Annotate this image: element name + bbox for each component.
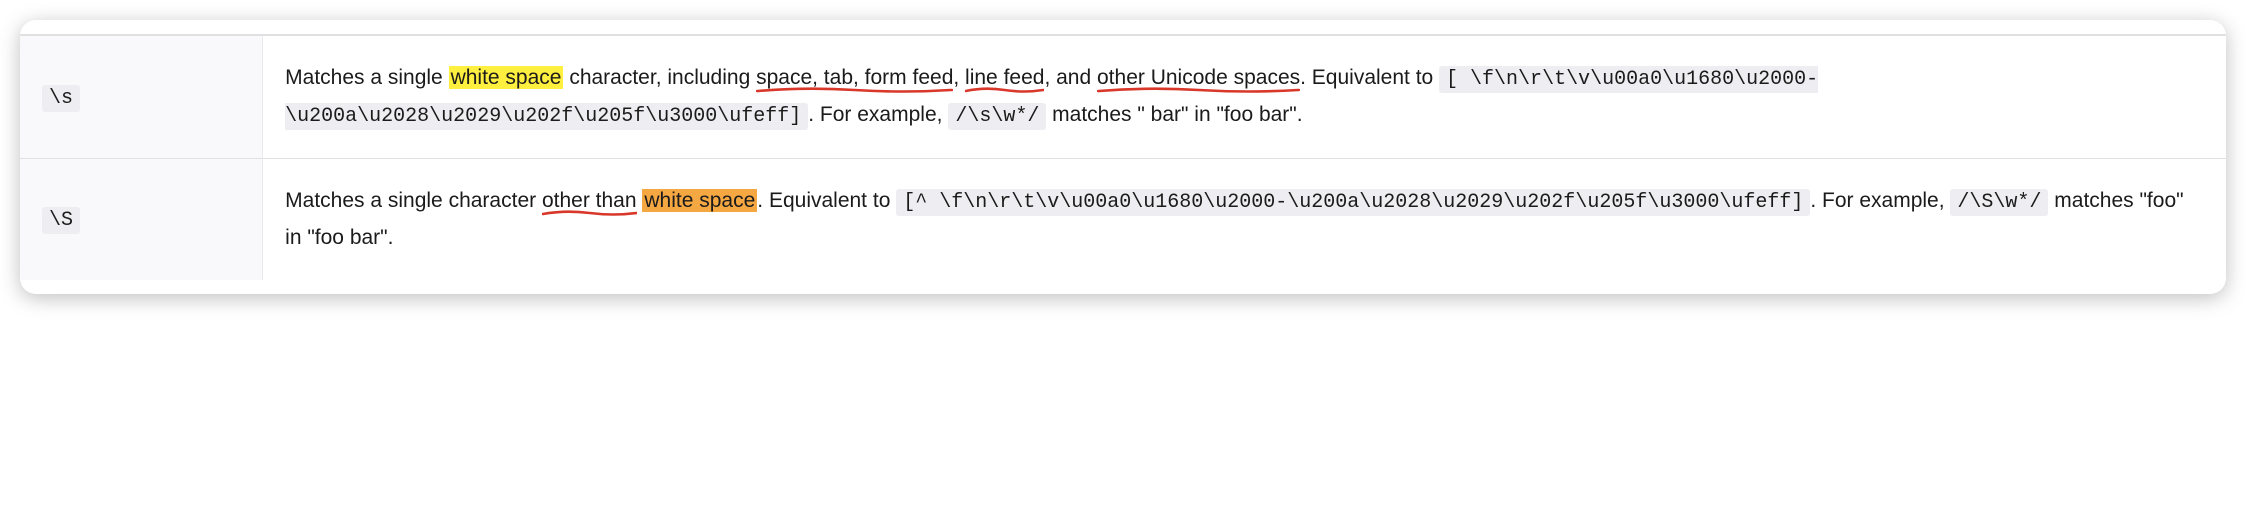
reference-table: \s Matches a single white space characte… [20, 34, 2226, 280]
description-cell: Matches a single white space character, … [263, 35, 2226, 159]
text: character, including [563, 66, 756, 89]
description-cell: Matches a single character other than wh… [263, 159, 2226, 280]
example-regex-code: /\s\w*/ [948, 103, 1046, 130]
text: . For example, [1810, 189, 1950, 212]
text: matches " bar" in "foo bar". [1046, 103, 1302, 126]
text: , [953, 66, 965, 89]
key-code: \s [42, 85, 80, 112]
equivalent-regex-code: [^ \f\n\r\t\v\u00a0\u1680\u2000-\u200a\u… [896, 189, 1810, 216]
underline-annotation: line feed [965, 66, 1044, 89]
table-row: \s Matches a single white space characte… [20, 35, 2226, 159]
text: , and [1044, 66, 1097, 89]
underline-annotation: other than [542, 189, 637, 212]
example-regex-code: /\S\w*/ [1950, 189, 2048, 216]
reference-card: \s Matches a single white space characte… [20, 20, 2226, 294]
text: Matches a single [285, 66, 448, 89]
text: . Equivalent to [1300, 66, 1439, 89]
key-cell: \s [20, 35, 263, 159]
text: . For example, [808, 103, 948, 126]
underline-annotation: space, tab, form feed [756, 66, 953, 89]
table-row: \S Matches a single character other than… [20, 159, 2226, 280]
text: . Equivalent to [757, 189, 896, 212]
key-cell: \S [20, 159, 263, 280]
text: Matches a single character [285, 189, 542, 212]
underline-annotation: other Unicode spaces [1097, 66, 1300, 89]
highlight-yellow: white space [449, 66, 564, 89]
highlight-orange: white space [642, 189, 757, 212]
key-code: \S [42, 207, 80, 234]
